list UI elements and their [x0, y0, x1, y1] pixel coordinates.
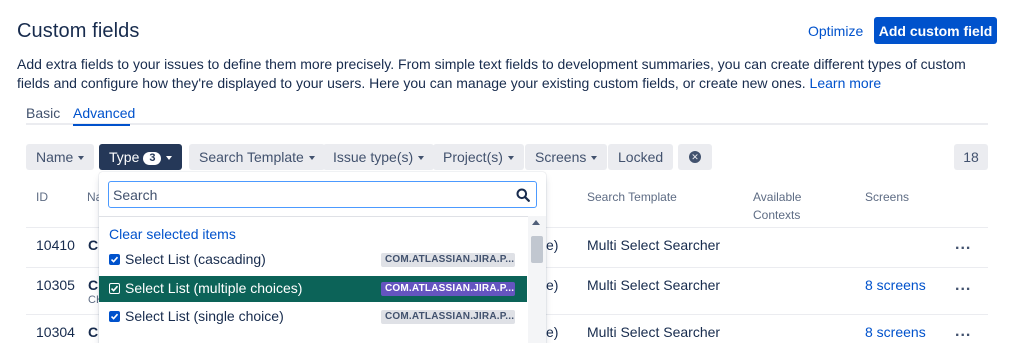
row-search-template: Multi Select Searcher	[587, 277, 721, 293]
row-screens-link[interactable]: 8 screens	[865, 277, 926, 293]
learn-more-link[interactable]: Learn more	[810, 75, 882, 91]
option-plugin-tag: COM.ATLASSIAN.JIRA.P...	[381, 282, 515, 296]
close-icon: ✕	[689, 151, 701, 163]
type-filter-count-badge: 3	[143, 152, 162, 165]
issue-types-filter-button[interactable]: Issue type(s)	[323, 144, 435, 170]
row-search-template: Multi Select Searcher	[587, 237, 721, 253]
row-type: e)	[546, 237, 559, 253]
page-description: Add extra fields to your issues to defin…	[17, 55, 992, 93]
option-label: Select List (multiple choices)	[125, 280, 303, 296]
projects-filter-button[interactable]: Project(s)	[433, 144, 524, 170]
name-filter-button[interactable]: Name	[26, 144, 95, 170]
dropdown-divider	[99, 216, 546, 217]
column-header-id: ID	[36, 190, 48, 204]
column-header-available-contexts-line2: Contexts	[753, 208, 801, 222]
chevron-down-icon	[166, 156, 173, 160]
row-actions-button[interactable]: ...	[955, 236, 971, 254]
issue-types-filter-label: Issue type(s)	[333, 149, 414, 165]
checkbox-checked-icon[interactable]	[109, 254, 120, 265]
search-template-filter-label: Search Template	[199, 149, 304, 165]
dropdown-scrollbar[interactable]	[528, 216, 546, 343]
active-tab-indicator	[73, 124, 130, 126]
option-label: Select List (cascading)	[125, 251, 266, 267]
chevron-down-icon	[591, 156, 598, 160]
type-option-select-list-multiple[interactable]: Select List (multiple choices) COM.ATLAS…	[99, 276, 527, 302]
screens-filter-label: Screens	[535, 149, 587, 165]
view-tabs: Basic Advanced	[26, 105, 988, 126]
option-plugin-tag: COM.ATLASSIAN.JIRA.P...	[381, 310, 515, 324]
search-template-filter-button[interactable]: Search Template	[189, 144, 325, 170]
row-type: e)	[546, 277, 559, 293]
clear-selected-items-link[interactable]: Clear selected items	[109, 226, 236, 242]
row-id: 10410	[36, 237, 75, 253]
row-screens-link[interactable]: 8 screens	[865, 324, 926, 340]
row-search-template: Multi Select Searcher	[587, 324, 721, 340]
column-header-screens: Screens	[865, 190, 910, 204]
optimize-link[interactable]: Optimize	[808, 23, 863, 39]
column-header-search-template: Search Template	[587, 190, 677, 204]
option-label: Select List (single choice)	[125, 308, 284, 324]
type-filter-label: Type	[109, 149, 140, 165]
clear-filters-button[interactable]: ✕	[678, 144, 712, 170]
row-actions-button[interactable]: ...	[955, 323, 971, 341]
screens-filter-button[interactable]: Screens	[525, 144, 608, 170]
chevron-down-icon	[78, 156, 85, 160]
tab-advanced[interactable]: Advanced	[73, 105, 135, 121]
row-id: 10304	[36, 324, 75, 340]
scrollbar-thumb[interactable]	[531, 236, 543, 263]
scroll-up-arrow-icon[interactable]	[532, 220, 540, 225]
page-title: Custom fields	[17, 20, 140, 42]
row-type: e)	[546, 324, 559, 340]
chevron-down-icon	[418, 156, 425, 160]
locked-filter-label: Locked	[618, 149, 664, 165]
checkbox-checked-icon[interactable]	[109, 283, 120, 294]
add-custom-field-button[interactable]: Add custom field	[874, 17, 997, 44]
name-filter-label: Name	[36, 149, 74, 165]
type-option-select-list-single[interactable]: Select List (single choice) COM.ATLASSIA…	[99, 304, 527, 330]
checkbox-checked-icon[interactable]	[109, 311, 120, 322]
chevron-down-icon	[507, 156, 514, 160]
column-header-available-contexts: Available Contexts	[753, 188, 801, 224]
row-id: 10305	[36, 277, 75, 293]
results-count: 18	[954, 144, 988, 170]
type-search-box	[108, 181, 537, 208]
type-search-input[interactable]	[113, 184, 513, 205]
tab-basic[interactable]: Basic	[26, 105, 60, 121]
projects-filter-label: Project(s)	[443, 149, 503, 165]
type-filter-button[interactable]: Type 3	[99, 144, 183, 170]
option-plugin-tag: COM.ATLASSIAN.JIRA.P...	[381, 253, 515, 267]
row-actions-button[interactable]: ...	[955, 277, 971, 295]
search-icon	[516, 188, 530, 202]
type-option-select-list-cascading[interactable]: Select List (cascading) COM.ATLASSIAN.JI…	[99, 247, 527, 273]
type-filter-dropdown: Clear selected items Select List (cascad…	[99, 172, 546, 343]
column-header-available-contexts-line1: Available	[753, 190, 802, 204]
chevron-down-icon	[308, 156, 315, 160]
locked-filter-button[interactable]: Locked	[608, 144, 674, 170]
